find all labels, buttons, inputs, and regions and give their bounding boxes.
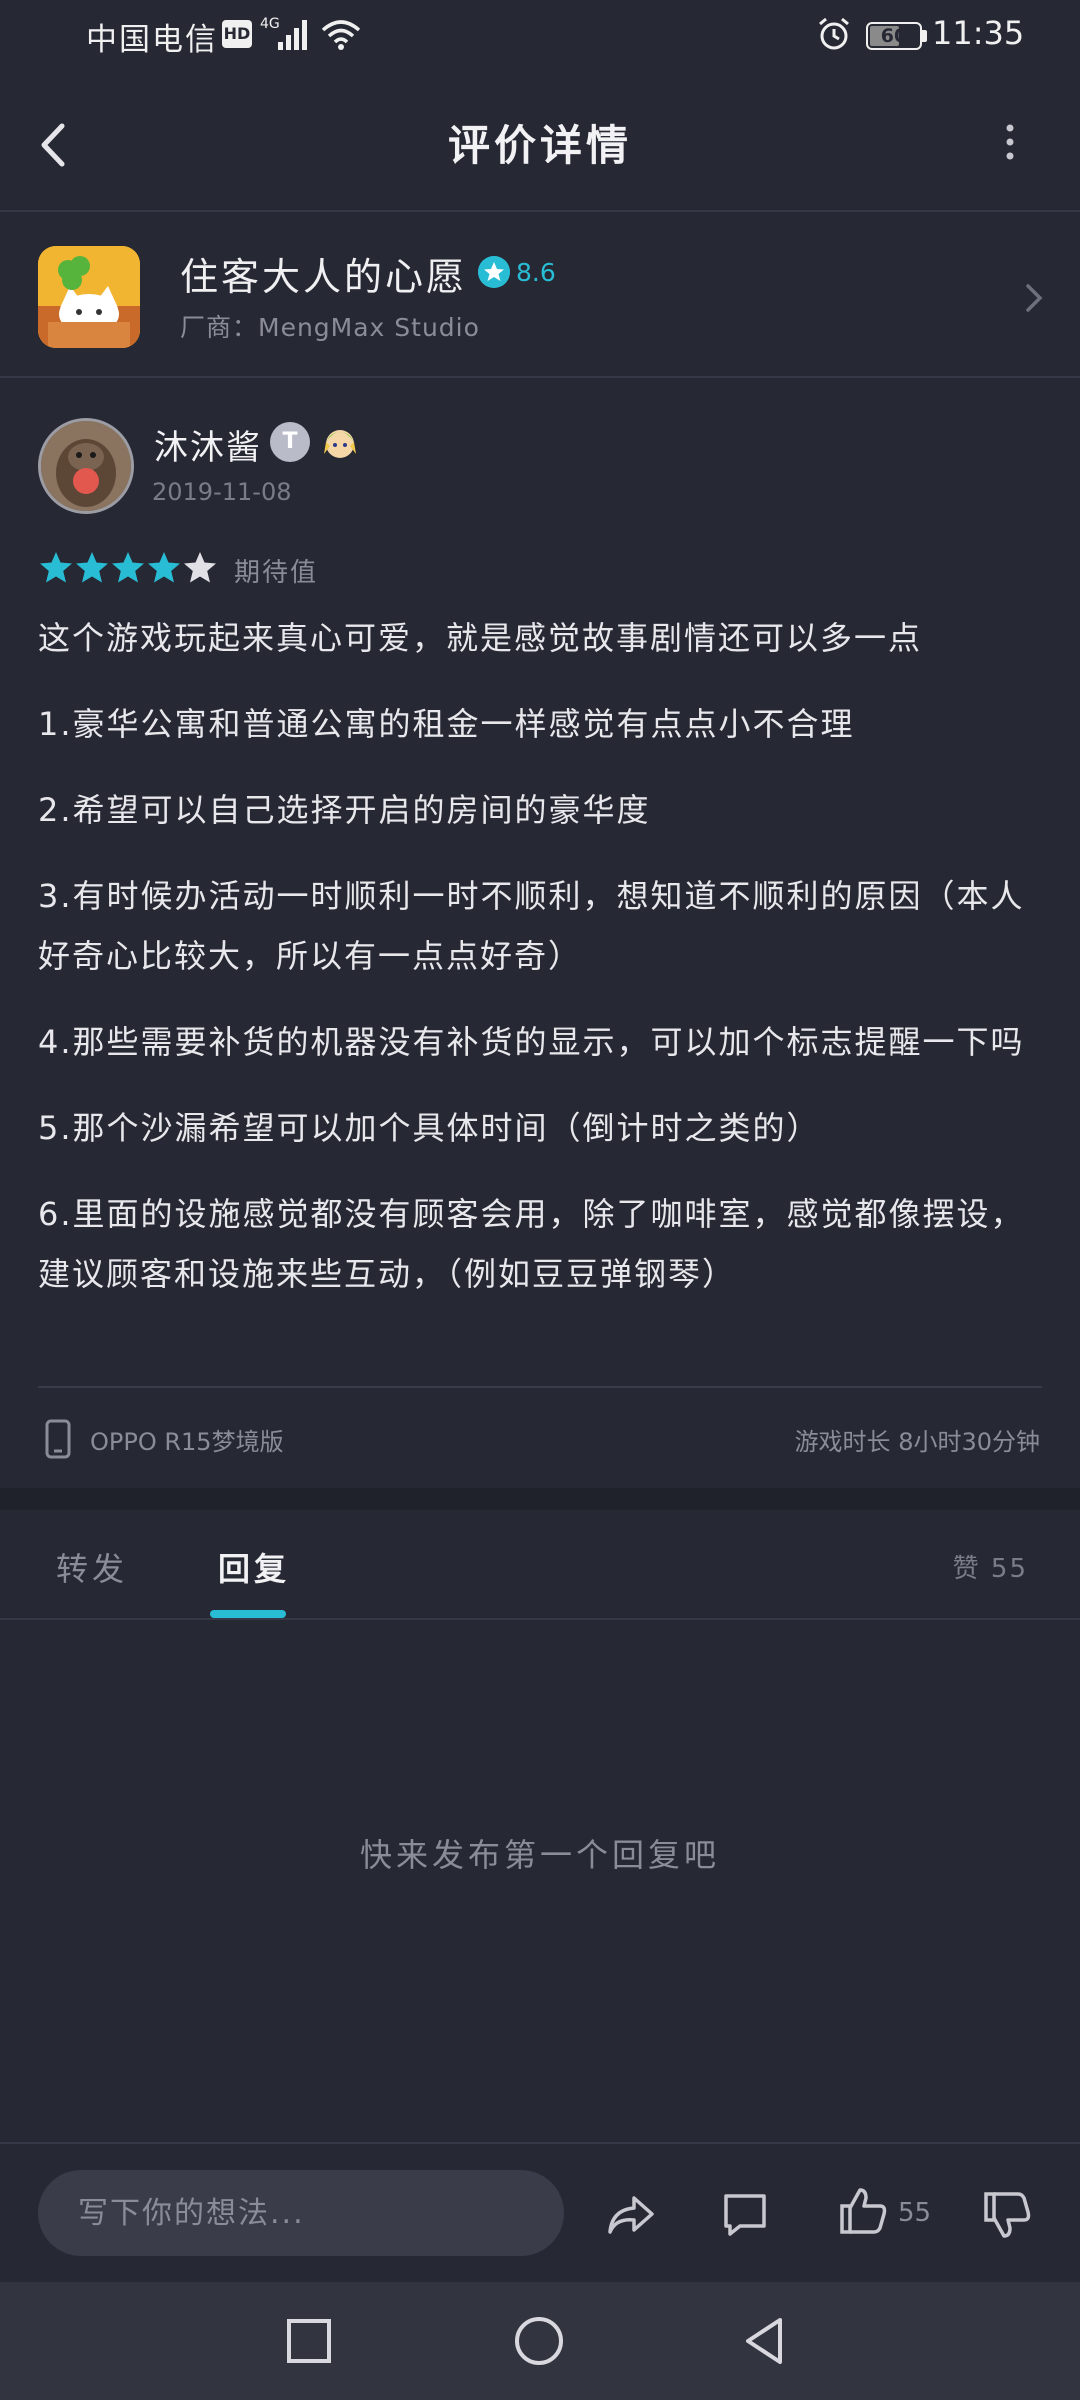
- wifi-icon: [321, 20, 361, 50]
- device-name: OPPO R15梦境版: [90, 1428, 284, 1456]
- page-title: 评价详情: [447, 121, 632, 170]
- tab-forward[interactable]: 转发: [56, 1544, 128, 1590]
- review-paragraph: 4.那些需要补货的机器没有补货的显示，可以加个标志提醒一下吗: [38, 1023, 1025, 1061]
- review-paragraph: 6.里面的设施感觉都没有顾客会用，除了咖啡室，感觉都像摆设，建议顾客和设施来些互…: [38, 1195, 1025, 1293]
- thumbs-up-icon[interactable]: [836, 2184, 890, 2238]
- review-paragraph: 2.希望可以自己选择开启的房间的豪华度: [38, 791, 651, 829]
- reply-input[interactable]: [38, 2170, 564, 2256]
- rating-stars: [38, 550, 218, 586]
- hd-badge: HD: [222, 20, 252, 48]
- game-cat-logo: [38, 246, 140, 348]
- rating-label: 期待值: [234, 558, 319, 588]
- more-options-icon[interactable]: [990, 120, 1030, 164]
- game-name[interactable]: 住客大人的心愿: [180, 246, 467, 301]
- share-icon[interactable]: [604, 2188, 658, 2242]
- star-filled-icon: [40, 552, 72, 583]
- star-filled-icon: [76, 552, 108, 583]
- avatar[interactable]: [38, 418, 134, 514]
- thumbs-down-icon[interactable]: [980, 2188, 1034, 2242]
- battery-level: 60: [880, 25, 908, 47]
- user-name[interactable]: 沐沐酱: [154, 420, 262, 469]
- score-star-icon: [478, 256, 510, 288]
- star-empty-icon: [184, 552, 216, 583]
- review-paragraph: 1.豪华公寓和普通公寓的租金一样感觉有点点小不合理: [38, 705, 855, 743]
- home-icon[interactable]: [512, 2314, 566, 2368]
- review-paragraph: 5.那个沙漏希望可以加个具体时间（倒计时之类的）: [38, 1109, 821, 1147]
- recents-icon[interactable]: [284, 2316, 334, 2366]
- review-body: 这个游戏玩起来真心可爱，就是感觉故事剧情还可以多一点 1.豪华公寓和普通公寓的租…: [38, 608, 1048, 1330]
- section-separator: [0, 1488, 1080, 1510]
- review-paragraph: 这个游戏玩起来真心可爱，就是感觉故事剧情还可以多一点: [38, 619, 923, 657]
- level-badge: T: [270, 422, 310, 462]
- divider: [38, 1386, 1042, 1388]
- review-paragraph: 3.有时候办活动一时顺利一时不顺利，想知道不顺利的原因（本人好奇心比较大，所以有…: [38, 877, 1025, 975]
- review-date: 2019-11-08: [152, 478, 292, 506]
- game-score: 8.6: [516, 258, 556, 287]
- chevron-right-icon[interactable]: [1020, 278, 1048, 318]
- carrier-name: 中国电信: [86, 22, 218, 58]
- play-time: 游戏时长 8小时30分钟: [794, 1428, 1040, 1456]
- tabs-bar: [0, 1510, 1080, 1620]
- empty-replies-message: 快来发布第一个回复吧: [359, 1836, 720, 1874]
- active-tab-indicator: [210, 1610, 286, 1618]
- battery-icon: 60: [866, 22, 922, 50]
- star-filled-icon: [112, 552, 144, 583]
- clock: 11:35: [932, 14, 1025, 52]
- likes-count[interactable]: 赞 55: [953, 1548, 1028, 1585]
- phone-icon: [45, 1419, 71, 1459]
- game-icon[interactable]: [38, 246, 140, 348]
- system-back-icon[interactable]: [740, 2314, 790, 2368]
- alarm-icon: [819, 17, 849, 50]
- comment-icon[interactable]: [718, 2188, 772, 2242]
- battery-nub: [922, 30, 927, 42]
- character-badge-icon: [324, 430, 356, 458]
- signal-icon: [278, 20, 307, 50]
- like-count: 55: [898, 2198, 932, 2228]
- avatar-image: [41, 421, 131, 511]
- game-vendor: 厂商：MengMax Studio: [180, 313, 480, 342]
- tab-reply[interactable]: 回复: [218, 1544, 290, 1590]
- game-info-row[interactable]: [0, 212, 1080, 378]
- star-filled-icon: [148, 552, 180, 583]
